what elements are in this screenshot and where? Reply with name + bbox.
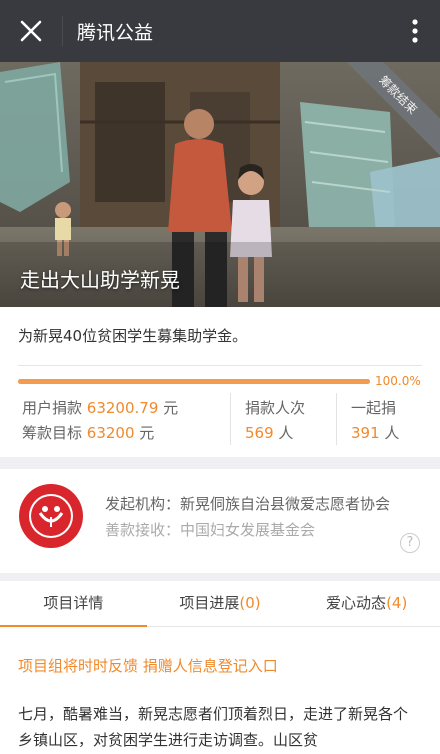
- more-vertical-icon: [412, 19, 418, 43]
- goal-unit: 元: [139, 424, 155, 442]
- project-story-text: 七月，酷暑难当，新晃志愿者们顶着烈日，走进了新晃各个乡镇山区，对贫困学生进行走访…: [18, 705, 409, 749]
- close-icon: [20, 20, 42, 42]
- section-gap: [0, 457, 440, 469]
- close-button[interactable]: [0, 0, 62, 62]
- divider: [18, 365, 422, 366]
- donor-registration-link[interactable]: 项目组将时时反馈 捐赠人信息登记入口: [18, 655, 278, 676]
- tab-count: (0): [239, 594, 261, 612]
- organization-logo: [19, 484, 83, 548]
- project-banner[interactable]: 筹款结束 走出大山助学新晃: [0, 62, 440, 307]
- initiator-text: 发起机构：新晃侗族自治县微爱志愿者协会: [105, 495, 391, 513]
- project-description: 为新晃40位贫困学生募集助学金。: [18, 327, 248, 345]
- together-label[interactable]: 一起捐: [351, 397, 396, 418]
- donations-stat: 569 人: [245, 422, 293, 443]
- donated-unit: 元: [163, 399, 179, 417]
- tab-label: 爱心动态: [326, 594, 387, 612]
- receiver-text: 善款接收：中国妇女发展基金会: [105, 521, 316, 539]
- details-content: 项目组将时时反馈 捐赠人信息登记入口 七月，酷暑难当，新晃志愿者们顶着烈日，走进…: [0, 627, 440, 754]
- project-summary-card: 为新晃40位贫困学生募集助学金。 100.0% 用户捐款 63200.79 元 …: [0, 307, 440, 457]
- donations-unit: 人: [278, 424, 294, 442]
- goal-value: 63200: [86, 424, 135, 442]
- tab-label: 项目详情: [43, 594, 104, 612]
- section-gap: [0, 573, 440, 581]
- donations-label: 捐款人次: [245, 399, 306, 417]
- tab-count: (4): [386, 594, 408, 612]
- goal-stat: 筹款目标 63200 元: [22, 422, 154, 443]
- donated-value: 63200.79: [86, 399, 159, 417]
- donations-value: 569: [245, 424, 274, 442]
- topbar-divider: [62, 16, 63, 46]
- organizer-section[interactable]: 发起机构：新晃侗族自治县微爱志愿者协会 善款接收：中国妇女发展基金会 ?: [0, 469, 440, 573]
- page-title: 腾讯公益: [77, 21, 154, 44]
- tab-updates[interactable]: 爱心动态(4): [293, 581, 440, 626]
- tab-bar: 项目详情 项目进展(0) 爱心动态(4): [0, 581, 440, 627]
- more-button[interactable]: [390, 0, 440, 62]
- project-title: 走出大山助学新晃: [20, 268, 180, 292]
- progress-bar: [18, 379, 370, 384]
- donated-stat: 用户捐款 63200.79 元: [22, 397, 178, 418]
- tab-details[interactable]: 项目详情: [0, 581, 147, 627]
- together-value: 391: [351, 424, 380, 442]
- tab-label: 项目进展: [179, 594, 240, 612]
- goal-label: 筹款目标: [22, 424, 83, 442]
- help-icon[interactable]: ?: [400, 533, 420, 553]
- tab-progress[interactable]: 项目进展(0): [147, 581, 294, 626]
- together-unit: 人: [384, 424, 400, 442]
- progress-fill: [18, 379, 370, 384]
- stat-divider: [230, 393, 231, 445]
- top-bar: 腾讯公益: [0, 0, 440, 62]
- donated-label: 用户捐款: [22, 399, 83, 417]
- progress-percent: 100.0%: [375, 374, 421, 388]
- together-stat[interactable]: 391 人: [351, 422, 399, 443]
- stat-divider: [336, 393, 337, 445]
